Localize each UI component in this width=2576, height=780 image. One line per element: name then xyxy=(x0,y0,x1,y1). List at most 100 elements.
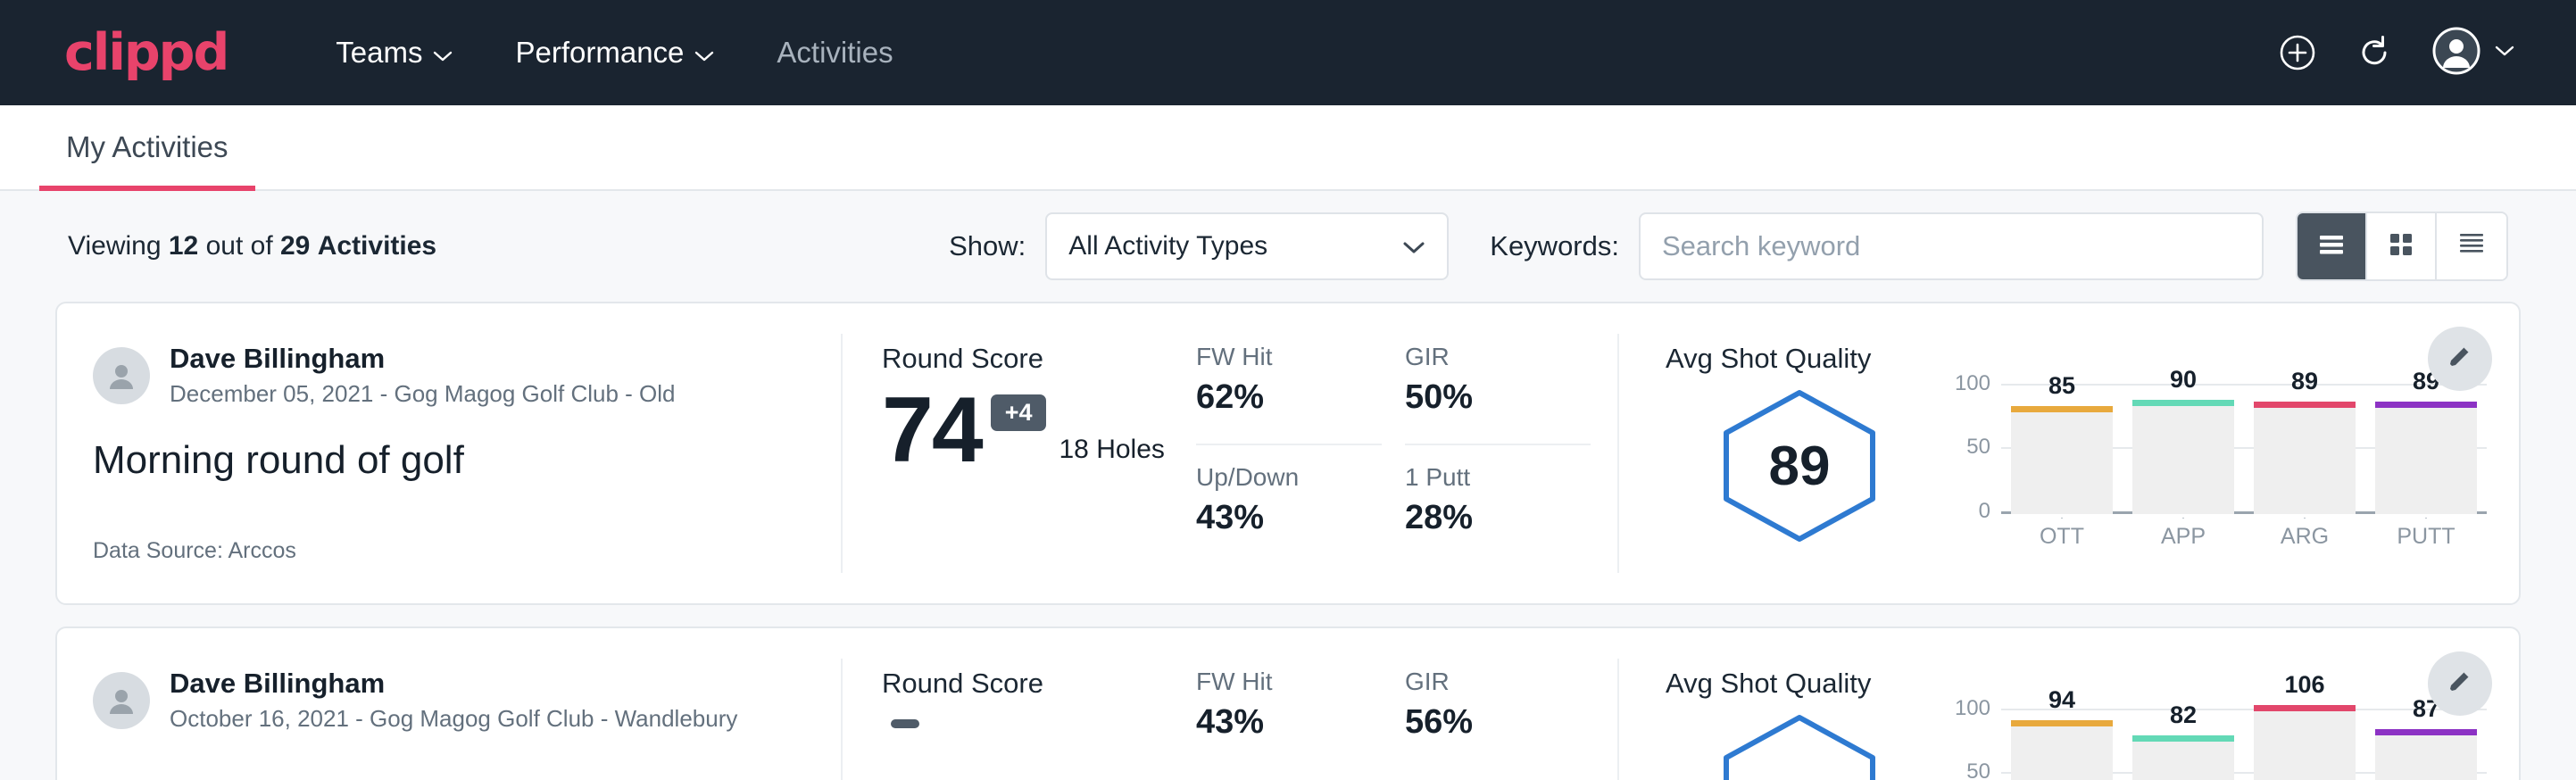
x-tick-mark xyxy=(2425,518,2427,519)
bar-arg-value: 89 xyxy=(2291,368,2318,395)
round-score-value-row xyxy=(882,707,1191,728)
show-label: Show: xyxy=(949,230,1026,262)
activity-type-select[interactable]: All Activity Types xyxy=(1045,212,1449,280)
bar-arg: 89 xyxy=(2254,380,2356,514)
activity-info-column: Dave Billingham December 05, 2021 - Gog … xyxy=(57,334,843,573)
round-score-value-row: 74 +4 18 Holes xyxy=(882,382,1191,479)
x-label-arg: ARG xyxy=(2281,524,2329,550)
round-stats-grid: FW Hit 62% GIR 50% Up/Down 43% 1 Putt 28… xyxy=(1191,334,1619,573)
nav-item-teams[interactable]: Teams xyxy=(304,36,484,70)
chart-y-axis: 100 50 0 xyxy=(1949,705,2001,780)
search-input[interactable] xyxy=(1662,230,2240,262)
stat-gir-value: 50% xyxy=(1405,378,1591,417)
stat-fw-hit-label: FW Hit xyxy=(1196,668,1382,696)
chart-plot-area: 94 82 xyxy=(2001,705,2487,780)
nav-item-performance[interactable]: Performance xyxy=(484,36,745,70)
bar-ott-value: 85 xyxy=(2048,372,2075,400)
view-mode-compact-button[interactable] xyxy=(2437,213,2506,279)
holes-played: 18 Holes xyxy=(1059,435,1164,479)
chart-bars: 94 82 xyxy=(2001,705,2487,780)
chevron-down-icon xyxy=(433,36,453,70)
bar-arg-rect xyxy=(2254,705,2356,780)
shot-quality-bar-chart: 100 50 0 85 xyxy=(1933,380,2487,550)
pencil-icon xyxy=(2445,667,2475,701)
hexagon-score xyxy=(1710,710,1889,780)
x-label-app: APP xyxy=(2161,524,2206,550)
bar-arg-cap xyxy=(2254,705,2356,711)
activity-author: Dave Billingham December 05, 2021 - Gog … xyxy=(93,343,805,408)
bar-app-rect xyxy=(2132,400,2234,514)
hexagon-score-wrap: 89 xyxy=(1666,380,1933,546)
chevron-down-icon xyxy=(2494,44,2515,62)
nav-actions xyxy=(2278,26,2515,80)
stat-fw-hit: FW Hit 62% xyxy=(1196,343,1382,445)
bar-ott-cap xyxy=(2011,720,2113,726)
clippd-logo[interactable]: clippd xyxy=(64,28,228,79)
plus-circle-icon[interactable] xyxy=(2278,33,2317,72)
search-keyword-box[interactable] xyxy=(1639,212,2264,280)
bar-ott-cap xyxy=(2011,406,2113,412)
x-tick-app: APP xyxy=(2132,518,2234,550)
activity-title: Morning round of golf xyxy=(93,438,805,483)
activity-type-select-value: All Activity Types xyxy=(1068,231,1267,261)
nav-item-performance-label: Performance xyxy=(515,36,684,70)
tab-my-activities-label: My Activities xyxy=(66,130,229,163)
edit-activity-button[interactable] xyxy=(2428,651,2492,716)
edit-activity-button[interactable] xyxy=(2428,327,2492,391)
filter-toolbar: Viewing 12 out of 29 Activities Show: Al… xyxy=(55,191,2521,302)
chart-x-axis-spacer xyxy=(1949,514,2001,550)
score-to-par-badge: +4 xyxy=(991,394,1047,431)
hexagon-score: 89 xyxy=(1710,386,1889,546)
account-menu[interactable] xyxy=(2431,26,2515,80)
view-mode-grid-button[interactable] xyxy=(2367,213,2437,279)
bar-putt-rect xyxy=(2375,729,2477,780)
stat-up-down-label: Up/Down xyxy=(1196,463,1382,492)
list-view-icon xyxy=(2315,231,2347,262)
stat-up-down-value: 43% xyxy=(1196,499,1382,537)
bar-ott-rect xyxy=(2011,406,2113,514)
avg-shot-quality-body: 89 100 50 0 xyxy=(1666,380,2519,550)
stat-fw-hit: FW Hit 43% xyxy=(1196,668,1382,780)
round-score-label: Round Score xyxy=(882,668,1191,700)
tab-my-activities[interactable]: My Activities xyxy=(39,130,255,191)
chart-bars: 85 90 xyxy=(2001,380,2487,514)
grid-view-icon xyxy=(2386,229,2416,264)
player-name: Dave Billingham xyxy=(170,343,676,375)
bar-ott: 94 xyxy=(2011,705,2113,780)
round-score-column: Round Score xyxy=(843,659,1191,780)
activity-card[interactable]: Dave Billingham December 05, 2021 - Gog … xyxy=(55,302,2521,605)
activity-card[interactable]: Dave Billingham October 16, 2021 - Gog M… xyxy=(55,626,2521,780)
view-mode-list-button[interactable] xyxy=(2298,213,2367,279)
bar-app-value: 90 xyxy=(2170,366,2197,394)
refresh-icon[interactable] xyxy=(2355,33,2394,72)
page-body: Viewing 12 out of 29 Activities Show: Al… xyxy=(0,191,2576,780)
round-stats-grid: FW Hit 43% GIR 56% xyxy=(1191,659,1619,780)
activity-meta: October 16, 2021 - Gog Magog Golf Club -… xyxy=(170,705,737,733)
stat-gir-label: GIR xyxy=(1405,668,1591,696)
avg-shot-quality-column: Avg Shot Quality 89 100 50 xyxy=(1619,334,2519,573)
avg-shot-quality-column: Avg Shot Quality 100 50 xyxy=(1619,659,2519,780)
score-badge-wrap xyxy=(882,707,919,728)
bar-app-cap xyxy=(2132,400,2234,406)
bar-ott-rect xyxy=(2011,720,2113,780)
stat-one-putt-label: 1 Putt xyxy=(1405,463,1591,492)
stat-gir: GIR 56% xyxy=(1405,668,1591,780)
activity-meta: December 05, 2021 - Gog Magog Golf Club … xyxy=(170,380,676,408)
primary-nav-links: Teams Performance Activities xyxy=(304,36,924,70)
chart-plot-area: 85 90 xyxy=(2001,380,2487,514)
bar-app: 90 xyxy=(2132,380,2234,514)
y-tick-100: 100 xyxy=(1955,696,1990,721)
bar-app: 82 xyxy=(2132,705,2234,780)
x-tick-mark xyxy=(2061,518,2063,519)
nav-item-activities[interactable]: Activities xyxy=(745,36,924,70)
avatar xyxy=(93,347,150,404)
viewing-count-text: Viewing 12 out of 29 Activities xyxy=(68,231,436,261)
author-text: Dave Billingham October 16, 2021 - Gog M… xyxy=(170,668,737,733)
activity-author: Dave Billingham October 16, 2021 - Gog M… xyxy=(93,668,805,733)
player-name: Dave Billingham xyxy=(170,668,737,700)
score-to-par-badge xyxy=(891,719,919,728)
avg-shot-quality-label: Avg Shot Quality xyxy=(1666,343,2519,375)
x-label-ott: OTT xyxy=(2040,524,2084,550)
y-tick-100: 100 xyxy=(1955,371,1990,396)
chevron-down-icon xyxy=(1402,231,1425,261)
